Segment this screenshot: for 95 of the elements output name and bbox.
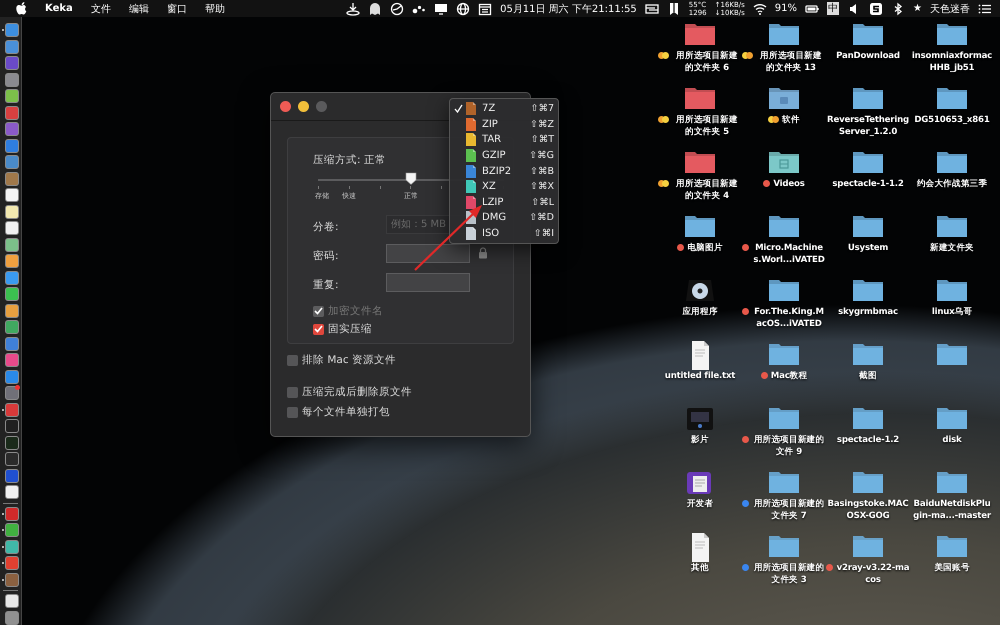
menu-item[interactable]: XZ ⇧⌘X [450, 178, 558, 195]
file-label[interactable]: Usystem [848, 242, 888, 254]
file-label[interactable]: spectacle-1-1.2 [832, 178, 904, 190]
file-label[interactable]: ReverseTetheringServer_1.2.0 [827, 114, 909, 138]
file-label[interactable]: Mac教程 [770, 370, 808, 382]
gauge-icon[interactable] [390, 2, 404, 16]
file-label[interactable]: 用所选项目新建的文件夹 5 [672, 114, 742, 138]
download-icon[interactable] [346, 2, 360, 16]
app-icon[interactable] [5, 540, 19, 554]
file-label[interactable]: 用所选项目新建的文件 9 [752, 434, 826, 458]
apple-menu-icon[interactable] [16, 2, 27, 15]
menu-item[interactable]: 编辑 [128, 2, 149, 16]
app-icon[interactable] [5, 594, 19, 608]
checkmark-icon [454, 104, 463, 114]
wifi-icon[interactable] [752, 2, 767, 16]
file-label[interactable]: linux乌哥 [932, 306, 972, 318]
app-icon[interactable] [5, 89, 19, 104]
file-label[interactable]: 美国账号 [934, 562, 970, 574]
app-icon[interactable] [5, 304, 19, 318]
list-icon[interactable] [978, 2, 992, 16]
app-icon[interactable] [5, 287, 19, 302]
close-button[interactable] [280, 101, 291, 112]
input-field[interactable] [386, 272, 470, 292]
menu-item[interactable]: LZIP ⇧⌘L [450, 194, 558, 210]
menu-item[interactable]: GZIP ⇧⌘G [450, 148, 558, 164]
app-menu[interactable]: Keka [45, 3, 73, 14]
menu-item[interactable]: 窗口 [166, 2, 187, 16]
file-label[interactable]: v2ray-v3.22-macos [836, 562, 910, 586]
file-label[interactable]: 用所选项目新建的文件夹 3 [752, 562, 826, 586]
app-icon[interactable] [5, 254, 19, 268]
annotation-arrow [414, 205, 482, 271]
file-label[interactable]: 截图 [859, 370, 877, 382]
app-icon[interactable] [5, 188, 19, 202]
app-icon[interactable] [5, 523, 19, 538]
file-label[interactable]: 开发者 [686, 498, 714, 510]
file-label[interactable]: spectacle-1.2 [836, 434, 900, 446]
checkbox[interactable] [313, 324, 324, 334]
menu-item[interactable]: 帮助 [204, 2, 225, 16]
app-icon[interactable] [5, 485, 19, 500]
status-text: 05月11日 周六 下午21:11:55 [500, 2, 637, 16]
file-label[interactable]: 约会大作战第三季 [916, 178, 988, 190]
s-app-icon[interactable] [869, 2, 884, 16]
file-label[interactable]: 电脑图片 [687, 242, 723, 254]
file-label[interactable]: 软件 [782, 114, 800, 126]
menu-item[interactable]: TAR ⇧⌘T [450, 132, 558, 148]
checkbox[interactable] [287, 354, 298, 366]
input-method-indicator[interactable]: 中 [827, 2, 840, 15]
checkbox-label: 固实压缩 [328, 322, 372, 336]
file-label[interactable]: DG510653_x861 [914, 114, 990, 126]
file-label[interactable]: skygrmbmac [838, 306, 898, 318]
field-label: 重复: [313, 278, 339, 290]
menu-item[interactable]: ZIP ⇧⌘Z [450, 116, 558, 132]
status-text: 91% [774, 3, 798, 14]
file-label[interactable]: PanDownload [836, 50, 900, 62]
menu-item[interactable]: 文件 [90, 2, 111, 16]
file-label[interactable]: Videos [773, 178, 805, 190]
slider-thumb[interactable] [405, 172, 417, 185]
minimize-button[interactable] [298, 101, 309, 112]
app-icon[interactable] [5, 238, 19, 252]
calendar-icon[interactable] [478, 2, 492, 16]
display-icon[interactable] [434, 2, 448, 16]
field-label: 分卷: [313, 220, 339, 232]
file-label[interactable]: untitled file.txt [664, 370, 736, 382]
app-icon[interactable] [5, 204, 19, 219]
file-label[interactable]: 用所选项目新建的文件夹 7 [752, 498, 826, 522]
compression-label: 压缩方式: 正常 [313, 153, 386, 167]
ghost-icon[interactable] [368, 2, 382, 16]
file-label[interactable]: 用所选项目新建的文件夹 4 [672, 178, 742, 202]
menu-item[interactable]: BZIP2 ⇧⌘B [450, 163, 558, 179]
file-label[interactable]: 用所选项目新建的文件夹 6 [672, 50, 742, 74]
menu-item[interactable]: 7Z ⇧⌘7 [450, 101, 558, 117]
file-label[interactable]: 影片 [691, 434, 709, 446]
file-label[interactable]: BaiduNetdiskPlugin-ma...-master [911, 498, 993, 522]
file-label[interactable]: Basingstoke.MACOSX-GOG [827, 498, 909, 522]
checkbox[interactable] [287, 386, 298, 398]
file-label[interactable]: disk [942, 434, 962, 446]
checkbox-label: 每个文件单独打包 [302, 405, 390, 419]
file-label[interactable]: insomniaxformacHHB_jb51 [911, 50, 993, 74]
checkbox-label: 加密文件名 [328, 304, 383, 318]
file-label[interactable]: 应用程序 [682, 306, 718, 318]
checkbox-label: 排除 Mac 资源文件 [302, 353, 396, 367]
field-label: 密码: [313, 250, 339, 262]
checkbox[interactable] [287, 406, 298, 418]
app-icon[interactable] [5, 221, 19, 236]
file-label[interactable]: 用所选项目新建的文件夹 13 [756, 50, 826, 74]
file-label[interactable]: 其他 [691, 562, 709, 574]
file-label[interactable]: 新建文件夹 [930, 242, 974, 254]
input-field[interactable] [386, 244, 470, 262]
checkbox-label: 压缩完成后删除原文件 [302, 385, 412, 399]
status-text: ★ [913, 3, 922, 14]
status-text: 天色迷香 [930, 2, 970, 16]
panel-icon[interactable] [644, 2, 659, 16]
file-label[interactable]: For.The.King.MacOS...iVATED [752, 306, 826, 330]
file-label[interactable]: Micro.Machines.Worl...iVATED [752, 242, 826, 266]
globe-icon[interactable] [456, 2, 470, 16]
